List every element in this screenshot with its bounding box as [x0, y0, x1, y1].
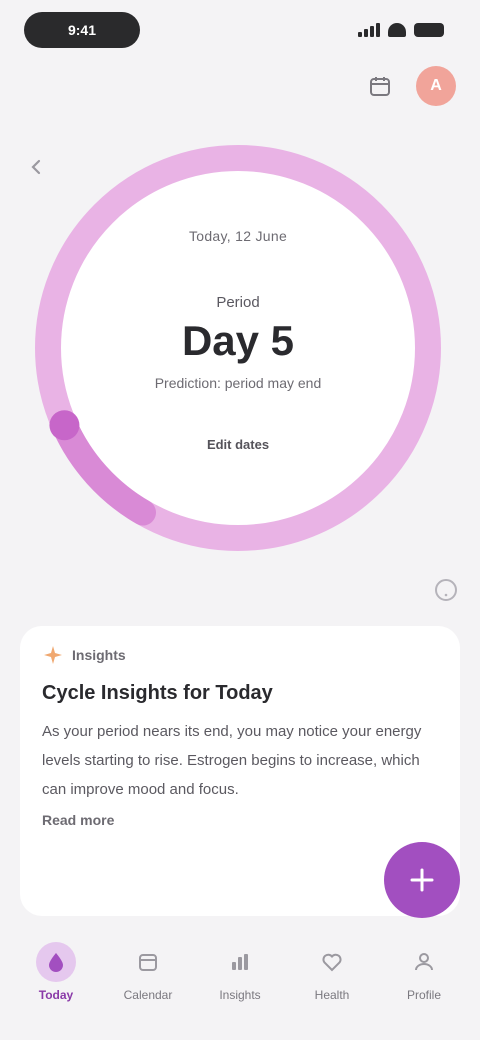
status-time: 9:41: [24, 12, 140, 48]
help-button[interactable]: [434, 578, 458, 602]
help-circle-icon: [435, 579, 457, 601]
battery-icon: [414, 23, 444, 37]
calendar-icon: [370, 77, 390, 96]
status-bar: 9:41: [0, 0, 480, 60]
read-more-link[interactable]: Read more: [42, 812, 438, 828]
chart-icon: [232, 954, 248, 970]
avatar[interactable]: A: [416, 66, 456, 106]
nav-item-today[interactable]: Today: [16, 926, 96, 1040]
cycle-subtext: Prediction: period may end: [154, 375, 322, 391]
cycle-phase-label: Period: [216, 294, 260, 311]
add-log-button[interactable]: [384, 842, 460, 918]
insight-body: As your period nears its end, you may no…: [42, 723, 422, 798]
calendar-button[interactable]: [362, 68, 398, 104]
nav-label-insights: Insights: [219, 988, 261, 1002]
nav-item-calendar[interactable]: Calendar: [108, 926, 188, 1040]
cycle-ring[interactable]: Today, 12 June Period Day 5 Prediction: …: [30, 140, 446, 556]
calendar-icon: [139, 954, 157, 971]
nav-label-calendar: Calendar: [123, 988, 173, 1002]
user-icon: [415, 953, 433, 971]
cycle-date: Today, 12 June: [188, 228, 288, 244]
insight-tag: Insights: [42, 644, 438, 666]
cycle-day: Day 5: [181, 317, 295, 364]
wifi-icon: [388, 23, 406, 37]
nav-label-profile: Profile: [406, 988, 441, 1002]
drop-icon: [49, 953, 63, 972]
insight-title: Cycle Insights for Today: [42, 682, 273, 704]
plus-icon: [410, 868, 434, 892]
top-actions: A: [362, 66, 456, 106]
sparkle-icon: [44, 646, 62, 664]
nav-item-profile[interactable]: Profile: [384, 926, 464, 1040]
nav-item-health[interactable]: Health: [292, 926, 372, 1040]
insight-tag-label: Insights: [72, 647, 126, 663]
edit-dates-button[interactable]: Edit dates: [195, 431, 281, 458]
cellular-signal-icon: [358, 23, 380, 37]
nav-label-health: Health: [314, 988, 350, 1002]
ring-center: Today, 12 June Period Day 5 Prediction: …: [30, 140, 446, 556]
nav-label-today: Today: [38, 988, 74, 1002]
bottom-nav: Today Calendar Insights Health Profile: [0, 926, 480, 1040]
nav-item-insights[interactable]: Insights: [200, 926, 280, 1040]
heart-icon: [322, 953, 342, 972]
status-icons: [358, 20, 444, 40]
